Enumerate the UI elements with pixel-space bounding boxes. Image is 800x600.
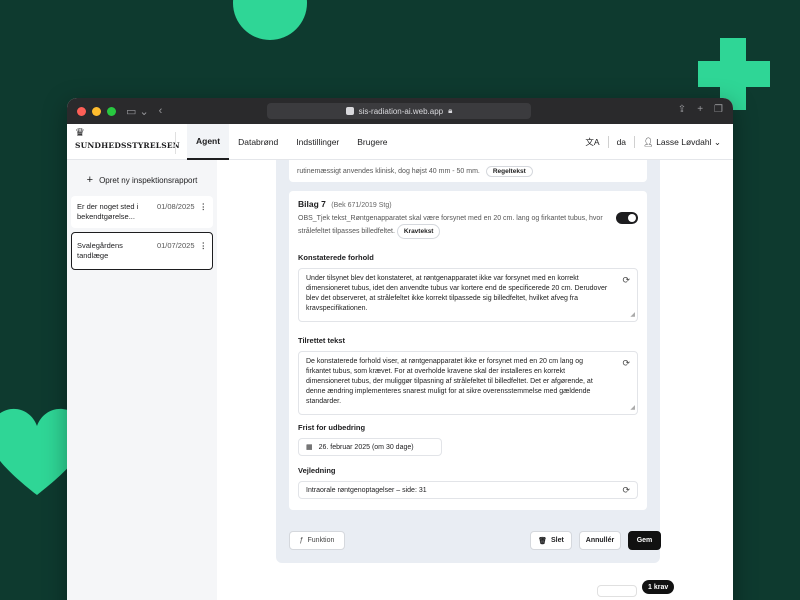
user-menu[interactable]: 👤︎ Lasse Løvdahl ⌄ [643, 137, 721, 148]
brand-logo[interactable]: ♛ SUNDHEDSSTYRELSEN [75, 127, 180, 151]
delete-button[interactable]: 🗑︎ Slet [530, 531, 572, 550]
tilrettet-label: Tilrettet tekst [298, 336, 345, 345]
new-tab-icon[interactable]: + [697, 104, 703, 115]
browser-actions: ⇪ + ❐ [678, 104, 723, 115]
app-header: ♛ SUNDHEDSSTYRELSEN Agent Databrønd Inds… [67, 124, 733, 160]
delete-label: Slet [551, 537, 564, 544]
new-report-label: Opret ny inspektionsrapport [99, 175, 198, 185]
vejledning-value: Intraorale røntgenoptagelser – side: 31 [306, 486, 427, 494]
konstaterede-text: Under tilsynet blev det konstateret, at … [306, 275, 608, 312]
chevron-down-icon: ⌄ [713, 136, 721, 147]
header-actions: 文A da 👤︎ Lasse Løvdahl ⌄ [585, 136, 721, 148]
funktion-label: Funktion [307, 537, 335, 544]
tilrettet-textarea[interactable]: De konstaterede forhold viser, at røntge… [298, 351, 638, 415]
report-name: Er der noget sted i bekendtgørelse... [77, 202, 139, 221]
frist-label: Frist for udbedring [298, 423, 366, 432]
requirement-title: Bilag 7 (Bek 671/2019 Stg) [298, 199, 638, 209]
konstaterede-textarea[interactable]: Under tilsynet blev det konstateret, at … [298, 268, 638, 322]
tab-databrond[interactable]: Databrønd [229, 124, 287, 160]
tab-indstillinger[interactable]: Indstillinger [287, 124, 348, 160]
deadline-value: 26. februar 2025 (om 30 dage) [318, 443, 414, 451]
user-icon: 👤︎ [643, 136, 654, 147]
report-list-item[interactable]: Er der noget sted i bekendtgørelse... 01… [71, 196, 213, 228]
more-options-icon[interactable]: ⋮ [200, 202, 208, 222]
address-bar[interactable]: sis-radiation-ai.web.app 🔒︎ [267, 103, 531, 119]
konstaterede-label: Konstaterede forhold [298, 253, 374, 262]
report-date: 01/08/2025 [156, 202, 195, 211]
decorative-circle [233, 0, 307, 40]
translate-icon[interactable]: 文A [585, 136, 599, 148]
report-sidebar: + Opret ny inspektionsrapport Er der nog… [67, 160, 217, 600]
tabs-overview-icon[interactable]: ❐ [714, 104, 723, 115]
requirements-panel: rutinemæssigt anvendes klinisk, dog højs… [276, 160, 661, 563]
decorative-plus-horizontal [698, 61, 770, 87]
report-list-item-selected[interactable]: Svalegårdens tandlæge 01/07/2025 ⋮ [71, 232, 213, 270]
brand-name: SUNDHEDSSTYRELSEN [75, 141, 180, 150]
requirement-description-text: OBS_Tjek tekst_Røntgenapparatet skal vær… [298, 215, 603, 235]
new-report-button[interactable]: + Opret ny inspektionsrapport [75, 170, 209, 190]
url-text: sis-radiation-ai.web.app [358, 106, 444, 116]
tilrettet-text: De konstaterede forhold viser, at røntge… [306, 358, 593, 405]
regeltekst-chip[interactable]: Regeltekst [485, 165, 533, 177]
browser-window: ▭ ⌄ ‹ sis-radiation-ai.web.app 🔒︎ ⇪ + ❐ … [67, 98, 733, 600]
plus-icon: + [86, 174, 94, 186]
header-separator [607, 136, 609, 148]
language-selector[interactable]: da [617, 137, 626, 147]
close-window-button[interactable] [77, 106, 86, 116]
resize-handle-icon[interactable]: ◢ [630, 403, 635, 413]
calendar-icon: ▦ [306, 444, 313, 451]
funktion-button[interactable]: ƒ Funktion [289, 531, 345, 550]
maximize-window-button[interactable] [107, 106, 116, 116]
minimize-window-button[interactable] [92, 106, 101, 116]
requirement-description: OBS_Tjek tekst_Røntgenapparatet skal vær… [298, 213, 608, 239]
header-separator [634, 136, 636, 148]
regenerate-icon[interactable]: ⟳ [622, 485, 630, 496]
main-nav: Agent Databrønd Indstillinger Brugere [187, 124, 397, 160]
vejledning-label: Vejledning [298, 466, 336, 475]
vejledning-input[interactable]: Intraorale røntgenoptagelser – side: 31 … [298, 481, 638, 499]
requirement-card: Bilag 7 (Bek 671/2019 Stg) OBS_Tjek teks… [289, 191, 647, 510]
site-favicon-icon [345, 107, 354, 115]
more-options-icon[interactable]: ⋮ [200, 241, 208, 261]
user-name: Lasse Løvdahl [656, 136, 712, 147]
main-content: rutinemæssigt anvendes klinisk, dog højs… [217, 160, 733, 600]
share-icon[interactable]: ⇪ [678, 104, 686, 115]
cancel-button[interactable]: Annullér [579, 531, 621, 550]
kravtekst-chip[interactable]: Kravtekst [396, 224, 441, 239]
requirement-count-badge[interactable]: 1 krav [642, 580, 675, 594]
back-arrow-icon[interactable]: ‹ [159, 105, 163, 117]
crown-icon: ♛ [75, 127, 85, 139]
tab-brugere[interactable]: Brugere [348, 124, 396, 160]
regenerate-icon[interactable]: ⟳ [622, 358, 630, 368]
header-divider [175, 132, 176, 154]
requirement-reference: (Bek 671/2019 Stg) [331, 202, 392, 209]
card-actions: ƒ Funktion 🗑︎ Slet Annullér Gem [289, 531, 661, 551]
save-button[interactable]: Gem [628, 531, 661, 550]
regenerate-icon[interactable]: ⟳ [622, 275, 630, 285]
requirement-toggle[interactable] [616, 212, 638, 224]
window-controls [77, 106, 116, 116]
resize-handle-icon[interactable]: ◢ [630, 310, 635, 320]
previous-requirement-text: rutinemæssigt anvendes klinisk, dog højs… [297, 167, 480, 175]
pagination-button[interactable] [597, 585, 637, 597]
report-date: 01/07/2025 [156, 241, 195, 250]
report-name: Svalegårdens tandlæge [77, 241, 123, 260]
requirement-title-text: Bilag 7 [298, 199, 326, 209]
browser-titlebar: ▭ ⌄ ‹ sis-radiation-ai.web.app 🔒︎ ⇪ + ❐ [67, 98, 733, 124]
function-icon: ƒ [299, 537, 304, 544]
tab-agent[interactable]: Agent [187, 124, 230, 160]
lock-icon: 🔒︎ [448, 106, 453, 115]
trash-icon: 🗑︎ [538, 537, 548, 545]
deadline-date-picker[interactable]: ▦ 26. februar 2025 (om 30 dage) [298, 438, 442, 456]
previous-requirement-card: rutinemæssigt anvendes klinisk, dog højs… [289, 160, 647, 182]
sidebar-toggle-icon[interactable]: ▭ ⌄ [126, 105, 149, 118]
